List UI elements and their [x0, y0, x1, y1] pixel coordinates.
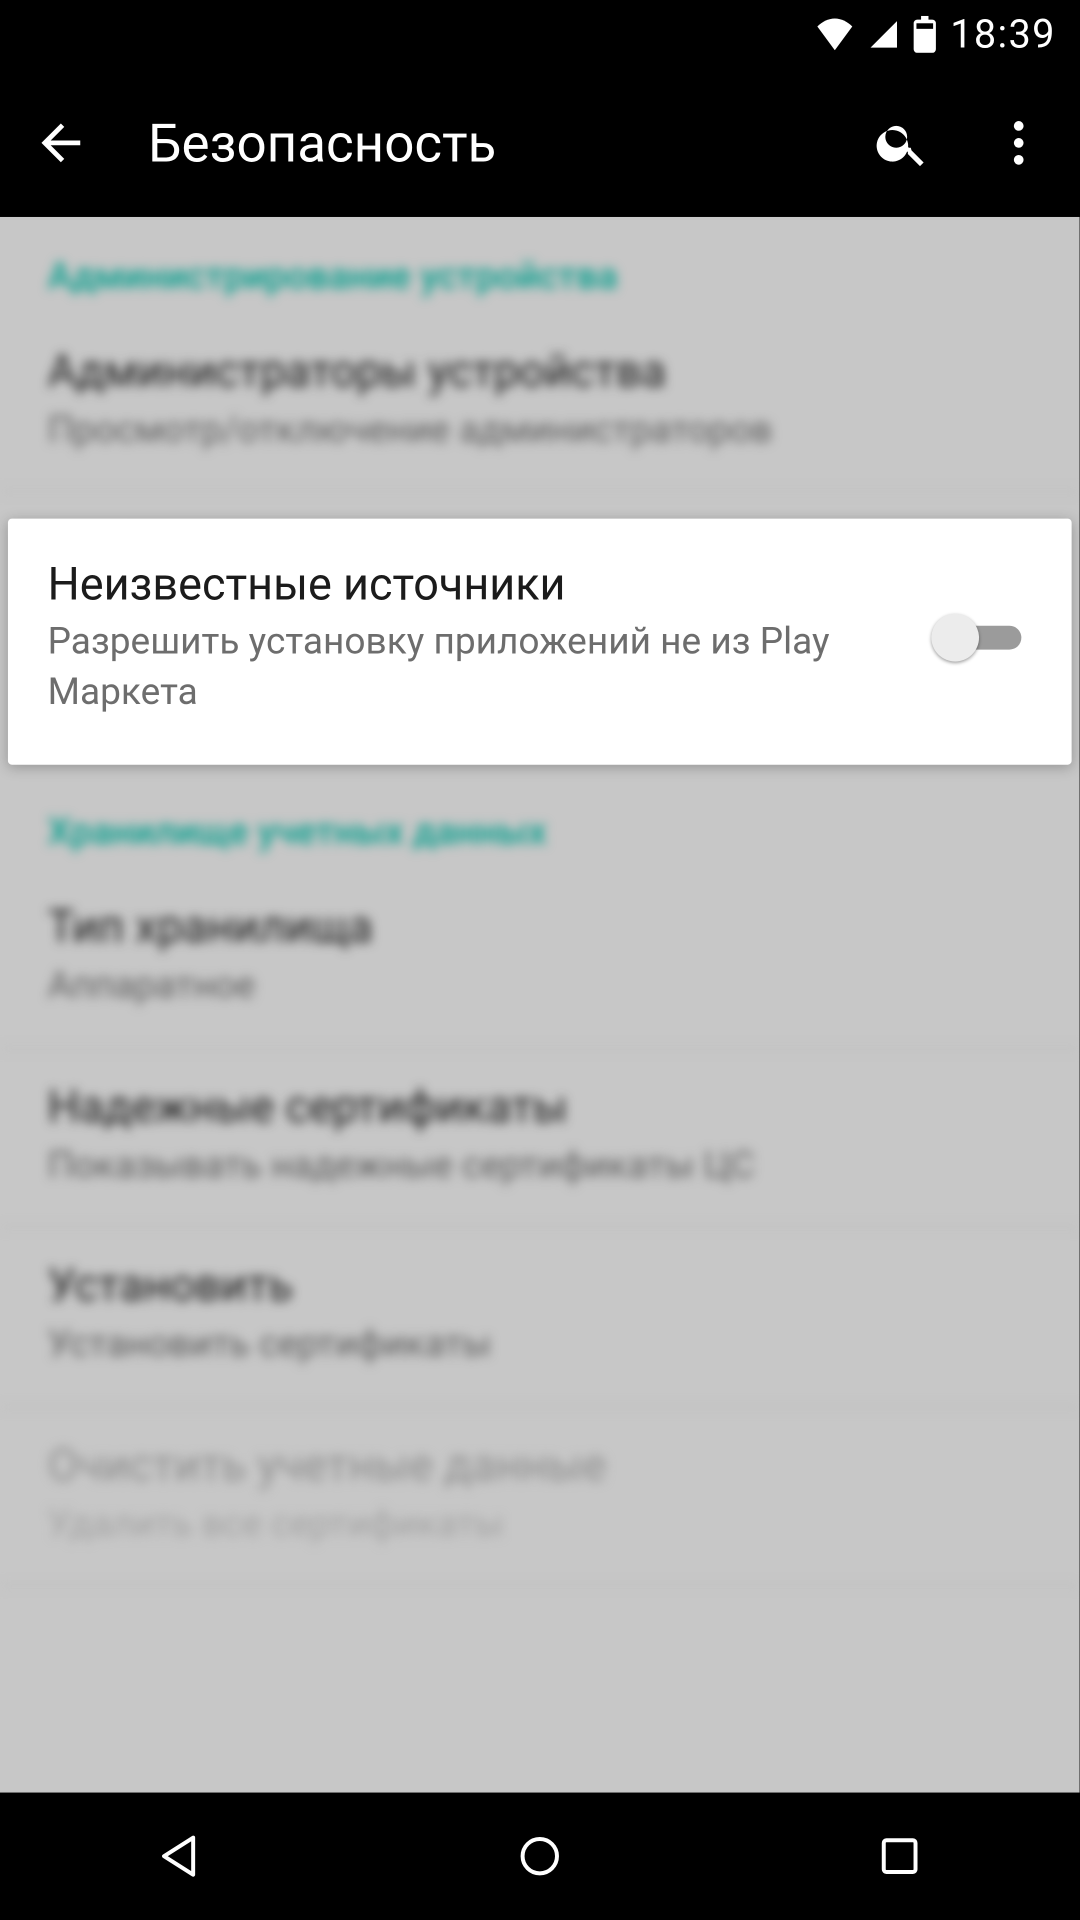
- navigation-bar: [0, 1793, 1080, 1920]
- nav-back-icon[interactable]: [153, 1830, 206, 1883]
- overflow-menu-icon[interactable]: [990, 114, 1048, 172]
- row-subtitle: Просмотр/отключение администраторов: [48, 406, 1032, 454]
- unknown-sources-toggle[interactable]: [931, 611, 1032, 664]
- row-clear-creds: Очистить учетные данные Удалить все серт…: [0, 1407, 1080, 1586]
- row-device-admins[interactable]: Администраторы устройства Просмотр/отклю…: [0, 314, 1080, 493]
- settings-list[interactable]: Администрирование устройства Администрат…: [0, 217, 1080, 1793]
- page-title: Безопасность: [148, 112, 815, 174]
- section-header-admin: Администрирование устройства: [0, 217, 1080, 314]
- row-unknown-sources[interactable]: Неизвестные источники Разрешить установк…: [8, 519, 1072, 765]
- row-title: Администраторы устройства: [48, 345, 1032, 398]
- wifi-icon: [815, 19, 855, 51]
- row-title: Тип хранилища: [48, 901, 1032, 954]
- back-icon[interactable]: [32, 114, 90, 172]
- row-subtitle: Показывать надежные сертификаты ЦС: [48, 1141, 1032, 1189]
- row-subtitle: Установить сертификаты: [48, 1321, 1032, 1369]
- row-install-certs[interactable]: Установить Установить сертификаты: [0, 1228, 1080, 1407]
- status-time: 18:39: [950, 11, 1055, 57]
- search-icon[interactable]: [873, 114, 931, 172]
- nav-recent-icon[interactable]: [873, 1830, 926, 1883]
- app-bar: Безопасность: [0, 69, 1080, 217]
- row-title: Установить: [48, 1260, 1032, 1313]
- row-subtitle: Аппаратное: [48, 962, 1032, 1010]
- section-header-creds: Хранилище учетных данных: [0, 773, 1080, 870]
- cell-signal-icon: [868, 19, 900, 51]
- row-trusted-certs[interactable]: Надежные сертификаты Показывать надежные…: [0, 1049, 1080, 1228]
- phone-screen: 18:39 Безопасность Администрирование уст…: [0, 0, 1080, 1920]
- blurred-background: Администрирование устройства Администрат…: [0, 217, 1080, 1793]
- status-bar: 18:39: [0, 0, 1080, 69]
- row-subtitle: Удалить все сертификаты: [48, 1500, 1032, 1548]
- row-title: Надежные сертификаты: [48, 1081, 1032, 1134]
- row-title: Неизвестные источники: [48, 558, 905, 611]
- row-title: Очистить учетные данные: [48, 1439, 1032, 1492]
- battery-icon: [913, 16, 937, 53]
- row-storage-type[interactable]: Тип хранилища Аппаратное: [0, 870, 1080, 1049]
- nav-home-icon[interactable]: [513, 1830, 566, 1883]
- row-subtitle: Разрешить установку приложений не из Pla…: [48, 617, 905, 717]
- switch-thumb: [931, 614, 979, 662]
